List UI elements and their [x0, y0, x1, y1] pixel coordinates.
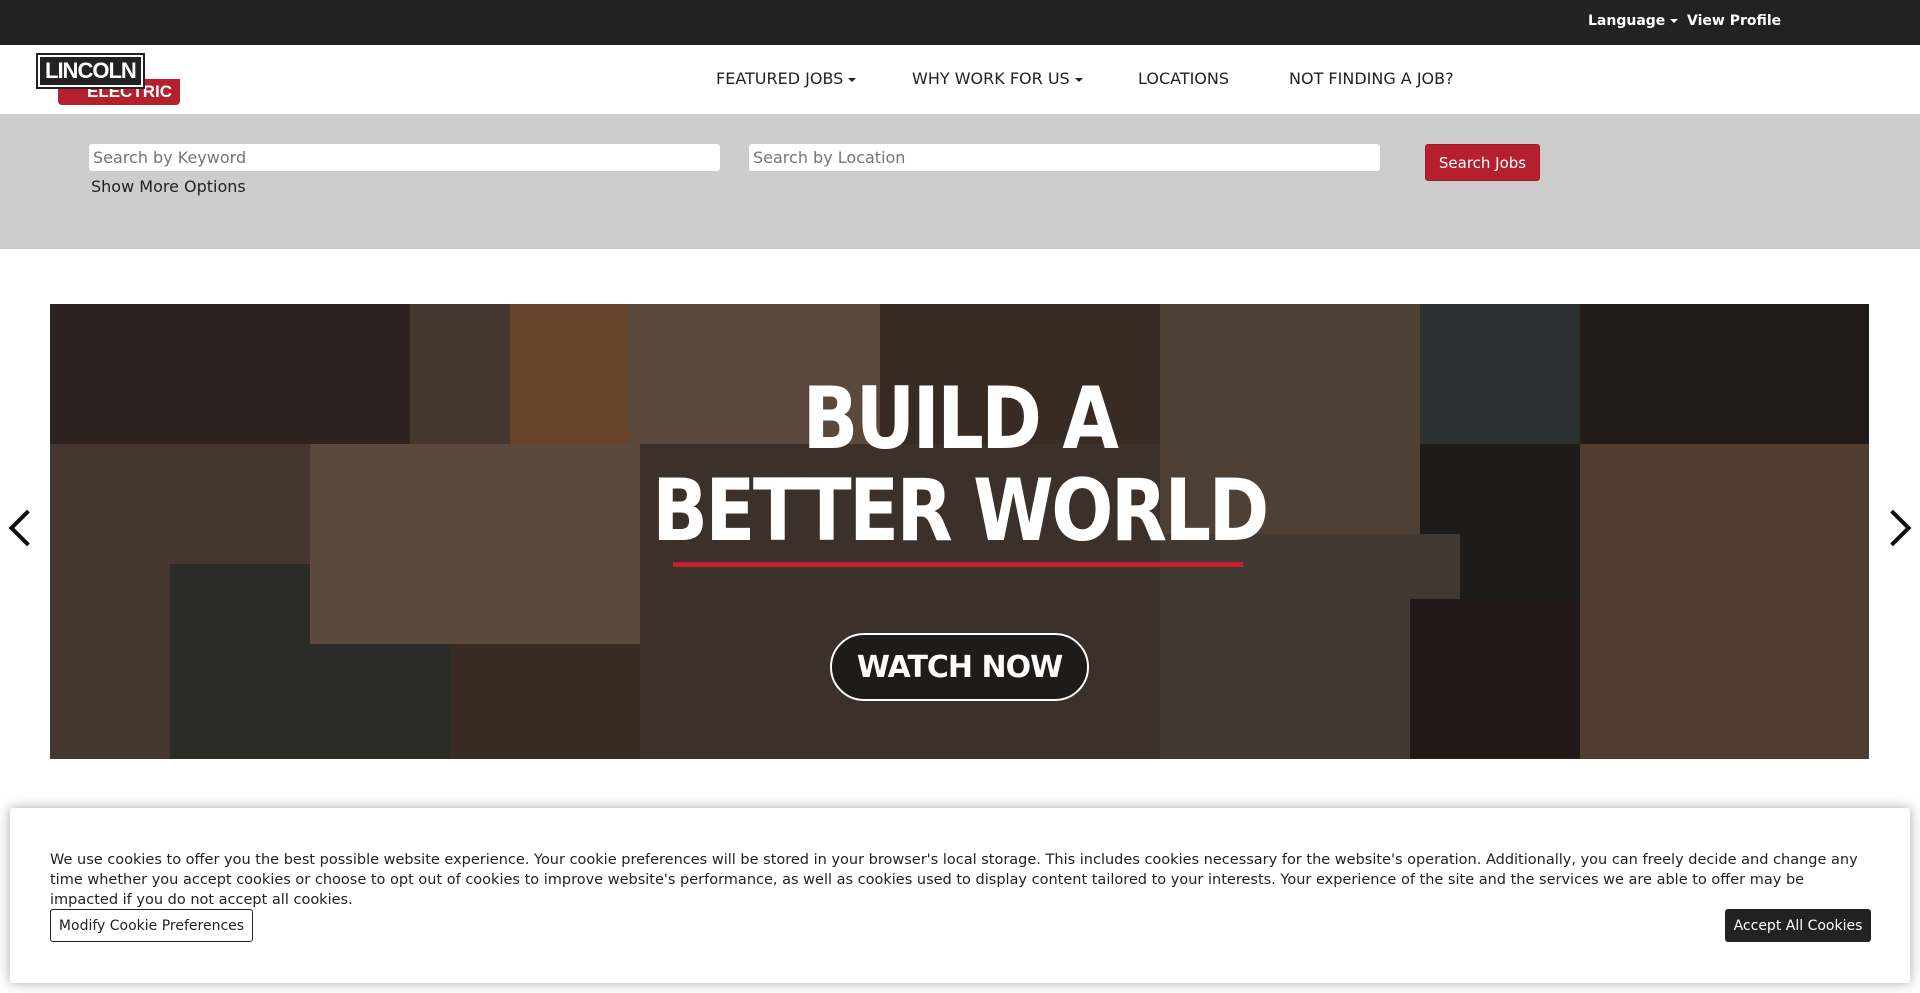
- nav-label: FEATURED JOBS: [716, 69, 844, 88]
- show-more-options-link[interactable]: Show More Options: [91, 177, 246, 196]
- nav-not-finding-a-job[interactable]: NOT FINDING A JOB?: [1289, 69, 1454, 88]
- carousel-prev-arrow-icon[interactable]: [8, 509, 46, 547]
- top-bar: Language View Profile: [0, 0, 1920, 45]
- accept-all-cookies-button[interactable]: Accept All Cookies: [1725, 909, 1871, 942]
- cookie-banner: We use cookies to offer you the best pos…: [10, 808, 1910, 983]
- hero-headline-line2: BETTER WORLD: [652, 461, 1269, 561]
- header: ELECTRIC LINCOLN FEATURED JOBS WHY WORK …: [0, 45, 1920, 114]
- nav-locations[interactable]: LOCATIONS: [1138, 69, 1229, 88]
- hero-headline-line1: BUILD A: [802, 369, 1119, 469]
- lincoln-electric-logo[interactable]: ELECTRIC LINCOLN: [36, 53, 183, 105]
- hero-banner[interactable]: BUILD A BETTER WORLD WATCH NOW: [50, 304, 1869, 759]
- headline-underline: [673, 562, 1243, 567]
- caret-down-icon: [1074, 77, 1083, 82]
- search-band: Search Jobs Show More Options: [0, 114, 1920, 249]
- search-jobs-button[interactable]: Search Jobs: [1425, 144, 1540, 181]
- caret-down-icon: [848, 77, 857, 82]
- watch-now-button[interactable]: WATCH NOW: [830, 633, 1089, 701]
- nav-featured-jobs[interactable]: FEATURED JOBS: [716, 69, 857, 88]
- location-search-input[interactable]: [749, 144, 1380, 171]
- keyword-search-input[interactable]: [89, 144, 720, 171]
- carousel-next-arrow-icon[interactable]: [1874, 509, 1912, 547]
- language-label: Language: [1588, 13, 1666, 29]
- view-profile-link[interactable]: View Profile: [1687, 13, 1781, 29]
- caret-down-icon: [1670, 19, 1679, 23]
- language-menu[interactable]: Language: [1588, 13, 1679, 29]
- logo-line1: LINCOLN: [36, 53, 145, 89]
- nav-label: WHY WORK FOR US: [912, 69, 1070, 88]
- nav-why-work-for-us[interactable]: WHY WORK FOR US: [912, 69, 1083, 88]
- cookie-text: We use cookies to offer you the best pos…: [50, 852, 1858, 908]
- modify-cookie-preferences-button[interactable]: Modify Cookie Preferences: [50, 909, 253, 942]
